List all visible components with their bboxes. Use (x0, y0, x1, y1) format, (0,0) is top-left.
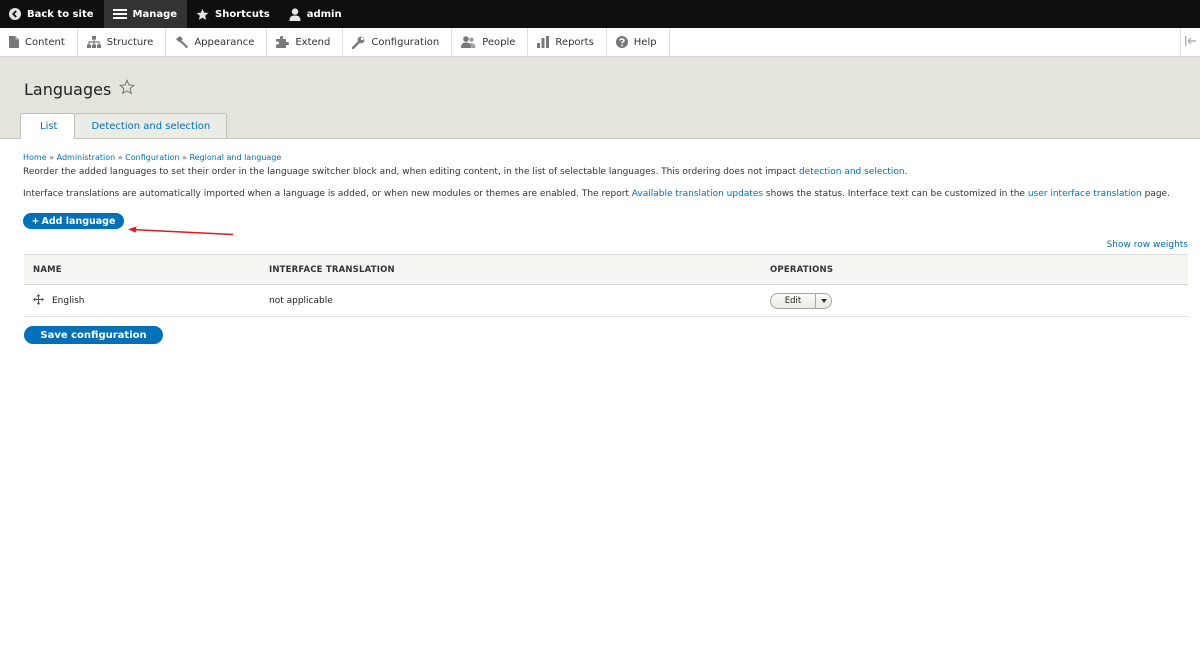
cell-operations: Edit (761, 285, 1188, 317)
operations-dropbutton: Edit (770, 292, 832, 309)
hamburger-icon (112, 8, 127, 20)
sitemap-icon (86, 36, 101, 48)
shortcuts-label: Shortcuts (215, 8, 270, 20)
tray-item-structure[interactable]: Structure (78, 28, 167, 56)
bar-chart-icon (537, 36, 550, 48)
admin-menu-tray: Content Structure Appearance Extend Conf… (0, 28, 1200, 57)
arrow-left-icon (128, 226, 234, 236)
paintbrush-icon (175, 36, 189, 48)
annotation-arrow (127, 223, 237, 242)
main-content: Home » Administration » Configuration » … (0, 152, 1200, 229)
tray-item-extend[interactable]: Extend (267, 28, 344, 56)
people-icon (461, 36, 476, 48)
manage-tab[interactable]: Manage (103, 0, 188, 28)
back-arrow-icon (9, 8, 21, 20)
operations-toggle-button[interactable] (815, 293, 831, 308)
add-language-label: Add language (41, 215, 116, 227)
tray-item-configuration[interactable]: Configuration (343, 28, 453, 56)
puzzle-icon (276, 36, 290, 48)
intro-text: Interface translations are automatically… (23, 189, 632, 199)
intro-text: Reorder the added languages to set their… (23, 167, 799, 177)
column-header-interface-translation: INTERFACE TRANSLATION (269, 264, 395, 275)
wrench-icon (352, 36, 365, 49)
tab-detection-and-selection[interactable]: Detection and selection (74, 113, 228, 138)
breadcrumb-regional-and-language[interactable]: Regional and language (189, 153, 281, 162)
manage-label: Manage (132, 8, 178, 20)
page-header: Languages List Detection and selection (0, 57, 1200, 139)
breadcrumb-home[interactable]: Home (23, 153, 47, 162)
tray-item-label: Structure (106, 36, 154, 48)
column-header-operations: OPERATIONS (770, 264, 834, 275)
tray-item-label: Reports (555, 36, 594, 48)
tray-item-label: Content (25, 36, 65, 48)
user-tab[interactable]: admin (280, 0, 352, 28)
intro-text: shows the status. Interface text can be … (763, 189, 1028, 199)
tray-item-appearance[interactable]: Appearance (166, 28, 268, 56)
breadcrumb-separator: » (117, 153, 123, 162)
shortcuts-tab[interactable]: Shortcuts (187, 0, 280, 28)
user-interface-translation-link[interactable]: user interface translation (1028, 189, 1142, 199)
breadcrumb-separator: » (181, 153, 187, 162)
breadcrumb-configuration[interactable]: Configuration (125, 153, 179, 162)
add-language-button[interactable]: + Add language (23, 213, 124, 229)
tray-item-label: Configuration (371, 36, 440, 48)
caret-down-icon (820, 296, 827, 306)
name-cell-content: English (33, 293, 260, 308)
available-translation-updates-link[interactable]: Available translation updates (632, 189, 763, 199)
detection-and-selection-link[interactable]: detection and selection (799, 167, 905, 177)
tray-item-content[interactable]: Content (0, 28, 78, 56)
tray-item-label: Extend (295, 36, 331, 48)
tray-item-reports[interactable]: Reports (528, 28, 607, 56)
tab-list[interactable]: List (20, 113, 76, 139)
column-header-name: NAME (33, 264, 62, 275)
intro-text: . (904, 167, 908, 177)
intro-paragraph-ordering: Reorder the added languages to set their… (23, 166, 1188, 178)
intro-text: page. (1141, 189, 1170, 199)
tray-item-label: Appearance (194, 36, 255, 48)
back-to-site-link[interactable]: Back to site (0, 0, 104, 28)
tray-item-label: People (482, 36, 516, 48)
save-configuration-button[interactable]: Save configuration (24, 326, 163, 344)
table-row: English not applicable Edit (24, 285, 1188, 317)
help-icon (615, 36, 628, 48)
languages-table: NAME INTERFACE TRANSLATION OPERATIONS En… (24, 254, 1188, 317)
edit-button[interactable]: Edit (771, 294, 815, 308)
tray-item-label: Help (633, 36, 657, 48)
user-icon (289, 7, 301, 21)
star-icon (196, 8, 209, 21)
table-header-row: NAME INTERFACE TRANSLATION OPERATIONS (24, 254, 1188, 285)
page-title-wrap: Languages (24, 79, 136, 99)
drag-handle-icon[interactable] (33, 293, 44, 308)
plus-icon: + (31, 215, 40, 227)
tray-item-help[interactable]: Help (607, 28, 670, 56)
tray-item-people[interactable]: People (452, 28, 529, 56)
breadcrumb-administration[interactable]: Administration (57, 153, 116, 162)
tray-orientation-toggle[interactable] (1180, 28, 1200, 56)
primary-tabs: List Detection and selection (20, 113, 228, 139)
shortcut-star-icon[interactable] (119, 79, 136, 99)
admin-toolbar: Back to site Manage Shortcuts admin (0, 0, 1200, 28)
breadcrumb: Home » Administration » Configuration » … (23, 152, 1188, 163)
intro-paragraph-translations: Interface translations are automatically… (23, 188, 1188, 200)
user-label: admin (306, 8, 342, 20)
language-name: English (52, 295, 85, 306)
cell-interface-translation: not applicable (269, 295, 333, 306)
page-title: Languages (24, 79, 112, 99)
breadcrumb-separator: » (49, 153, 55, 162)
orientation-arrow-icon (1184, 35, 1197, 49)
file-icon (9, 36, 19, 48)
back-to-site-label: Back to site (27, 8, 94, 20)
cell-name: English (24, 285, 260, 317)
show-row-weights-link[interactable]: Show row weights (1107, 240, 1188, 250)
